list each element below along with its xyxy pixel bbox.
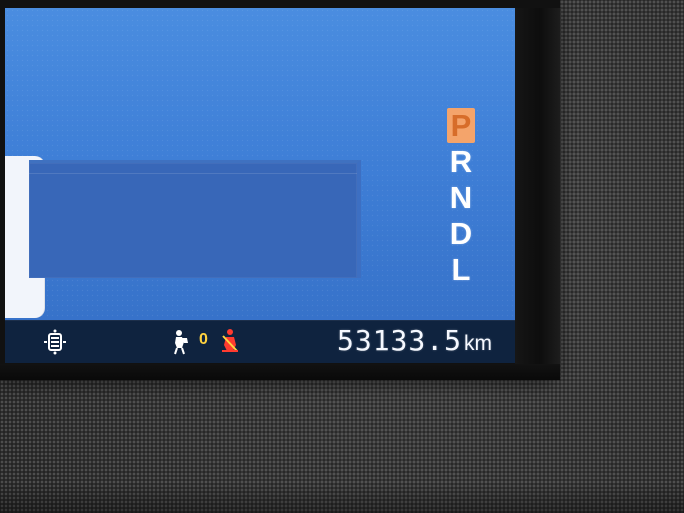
seatbelt-warning-icon: [213, 327, 247, 357]
gear-d: D: [449, 216, 473, 251]
dashboard-scene: P R N D L 0 53133.5 km: [0, 0, 684, 513]
gear-n: N: [449, 180, 473, 215]
odometer-unit: km: [464, 332, 492, 355]
tire-pressure-icon: [39, 327, 71, 357]
instrument-screen: P R N D L 0 53133.5 km: [5, 8, 515, 363]
passenger-count: 0: [199, 331, 208, 348]
bottom-shadow: [0, 483, 684, 513]
display-side-bezel: [515, 8, 561, 378]
status-bar: 0 53133.5 km: [5, 320, 515, 363]
gear-l: L: [451, 252, 471, 287]
passenger-airbag-icon: [165, 327, 199, 357]
odometer-value: 53133.5: [336, 324, 462, 357]
odometer: 53133.5 km: [337, 324, 492, 357]
display-lower-bezel: [0, 364, 560, 380]
gear-p: P: [447, 108, 475, 143]
gear-r: R: [449, 144, 473, 179]
gear-selector: P R N D L: [441, 108, 481, 287]
center-info-panel: [29, 160, 361, 278]
